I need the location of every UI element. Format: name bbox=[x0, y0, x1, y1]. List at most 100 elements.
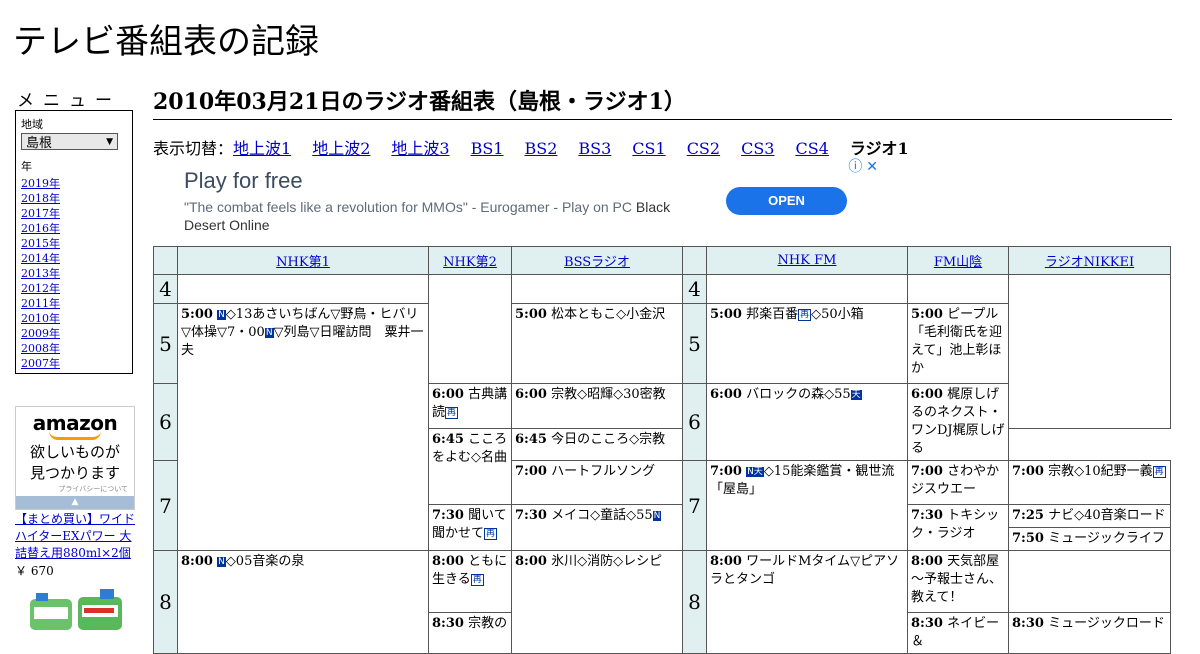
amazon-privacy-link[interactable]: プライバシーについて bbox=[16, 484, 134, 494]
program-cell[interactable]: 7:00 宗教◇10紀野一義再 bbox=[1008, 460, 1171, 505]
news-weather-badge-icon: N天 bbox=[746, 467, 764, 477]
menu-heading: メニュー bbox=[17, 91, 121, 111]
news-badge-icon: N bbox=[652, 511, 662, 521]
display-ad[interactable]: Play for free "The combat feels like a r… bbox=[153, 156, 881, 244]
program-time: 6:45 bbox=[432, 432, 464, 447]
channel-link-nhkfm[interactable]: NHK FM bbox=[778, 253, 837, 268]
program-title: ミュージックライフ bbox=[1048, 531, 1165, 546]
program-cell[interactable]: 8:30 ミュージックロード bbox=[1008, 612, 1171, 654]
amazon-copy-line2: 見つかります bbox=[29, 464, 120, 482]
year-link-2013[interactable]: 2013年 bbox=[21, 266, 127, 281]
header-nikkei: ラジオNIKKEI bbox=[1008, 246, 1171, 275]
program-cell-750[interactable]: 7:50 ミュージックライフ bbox=[1009, 528, 1170, 550]
program-time: 5:00 bbox=[710, 307, 742, 322]
hour-label-right: 6 bbox=[682, 383, 707, 461]
news-badge-icon: N bbox=[264, 328, 274, 338]
rerun-badge-icon: 再 bbox=[470, 574, 484, 586]
program-cell[interactable]: 7:00 N天◇15能楽鑑賞・観世流「屋島」 bbox=[706, 460, 908, 551]
header-nhk1: NHK第1 bbox=[177, 246, 429, 275]
channel-link-nhk2[interactable]: NHK第2 bbox=[443, 255, 497, 270]
program-cell[interactable]: 8:00 N◇05音楽の泉 bbox=[177, 550, 429, 654]
empty-cell bbox=[1008, 274, 1171, 429]
program-cell[interactable]: 6:45 こころをよむ◇名曲 bbox=[428, 428, 512, 505]
detergent-bottles-icon bbox=[30, 589, 122, 630]
program-title: ミュージックロード bbox=[1048, 616, 1165, 631]
amazon-ad-banner[interactable]: amazon 欲しいものが 見つかります プライバシーについて ▲ bbox=[15, 406, 135, 510]
year-link-2010[interactable]: 2010年 bbox=[21, 311, 127, 326]
program-cell[interactable]: 7:30 メイコ◇童話◇55N bbox=[511, 504, 683, 551]
program-cell[interactable]: 8:00 ワールドMタイム▽ピアソラとタンゴ bbox=[706, 550, 908, 654]
region-label: 地域 bbox=[21, 118, 43, 131]
channel-link-nhk1[interactable]: NHK第1 bbox=[276, 255, 330, 270]
channel-link-nikkei[interactable]: ラジオNIKKEI bbox=[1045, 255, 1134, 270]
program-time: 8:30 bbox=[911, 616, 943, 631]
header-hour-right bbox=[682, 246, 707, 275]
year-link-2007[interactable]: 2007年 bbox=[21, 356, 127, 371]
amazon-collapse-bar[interactable]: ▲ bbox=[16, 496, 134, 509]
ad-info-close-icon[interactable]: ⓘ ✕ bbox=[848, 156, 878, 176]
header-nhk2: NHK第2 bbox=[428, 246, 512, 275]
program-cell[interactable]: 7:00 さわやかジスウエー bbox=[907, 460, 1009, 505]
program-cell[interactable]: 6:00 梶原しげるのネクスト・ワンDJ梶原しげる bbox=[907, 383, 1009, 461]
program-cell[interactable]: 7:00 ハートフルソング bbox=[511, 460, 683, 505]
year-link-2015[interactable]: 2015年 bbox=[21, 236, 127, 251]
ad-open-button[interactable]: OPEN bbox=[726, 187, 847, 215]
channel-link-bss[interactable]: BSSラジオ bbox=[564, 255, 630, 270]
news-badge-icon: N bbox=[217, 557, 226, 567]
program-cell[interactable]: 7:30 トキシック・ラジオ bbox=[907, 504, 1009, 551]
hour-label-right: 5 bbox=[682, 303, 707, 384]
product-image[interactable] bbox=[26, 585, 126, 630]
year-label: 年 bbox=[21, 160, 32, 173]
program-cell[interactable]: 5:00 ピープル「毛利衛氏を迎えて」池上彰ほか bbox=[907, 303, 1009, 384]
header-nhkfm: NHK FM bbox=[706, 246, 908, 275]
year-link-2011[interactable]: 2011年 bbox=[21, 296, 127, 311]
program-time: 7:00 bbox=[1012, 464, 1044, 479]
program-time: 8:30 bbox=[1012, 616, 1044, 631]
year-link-2008[interactable]: 2008年 bbox=[21, 341, 127, 356]
program-cell[interactable]: 5:00 松本ともこ◇小金沢 bbox=[511, 303, 683, 384]
region-select[interactable]: 島根 ▼ bbox=[21, 133, 118, 151]
year-link-2012[interactable]: 2012年 bbox=[21, 281, 127, 296]
program-cell-725[interactable]: 7:25 ナビ◇40音楽ロード bbox=[1009, 505, 1170, 528]
year-link-2009[interactable]: 2009年 bbox=[21, 326, 127, 341]
header-bss: BSSラジオ bbox=[511, 246, 683, 275]
year-link-2018[interactable]: 2018年 bbox=[21, 191, 127, 206]
program-time: 5:00 bbox=[515, 307, 547, 322]
chevron-up-icon: ▲ bbox=[71, 497, 79, 507]
program-cell[interactable]: 8:00 天気部屋～予報士さん、教えて！ bbox=[907, 550, 1009, 613]
program-title: 氷川◇消防◇レシピ bbox=[551, 554, 663, 569]
year-link-2014[interactable]: 2014年 bbox=[21, 251, 127, 266]
program-cell[interactable]: 8:00 ともに生きる再 bbox=[428, 550, 512, 613]
year-list: 2019年 2018年 2017年 2016年 2015年 2014年 2013… bbox=[21, 176, 127, 371]
channel-link-fmsanin[interactable]: FM山陰 bbox=[934, 255, 982, 270]
program-cell[interactable]: 8:30 ネイビー＆ bbox=[907, 612, 1009, 654]
year-link-2017[interactable]: 2017年 bbox=[21, 206, 127, 221]
amazon-copy-line1: 欲しいものが bbox=[29, 443, 120, 461]
program-cell[interactable]: 8:00 氷川◇消防◇レシピ bbox=[511, 550, 683, 654]
product-link[interactable]: 【まとめ買い】ワイドハイターEXパワー 大詰替え用880ml×2個 bbox=[15, 511, 137, 562]
stereo-badge-icon: 天 bbox=[850, 390, 862, 400]
year-link-2016[interactable]: 2016年 bbox=[21, 221, 127, 236]
program-time: 8:00 bbox=[710, 554, 742, 569]
program-cell[interactable]: 8:30 宗教の bbox=[428, 612, 512, 654]
empty-cell bbox=[511, 274, 683, 304]
program-title: 今日のこころ◇宗教 bbox=[551, 432, 666, 447]
empty-cell bbox=[907, 274, 1009, 304]
program-title: メイコ◇童話◇55 bbox=[551, 508, 653, 523]
program-cell[interactable]: 6:45 今日のこころ◇宗教 bbox=[511, 428, 683, 461]
program-time: 7:00 bbox=[515, 464, 547, 479]
program-cell[interactable]: 6:00 宗教◇昭輝◇30密教 bbox=[511, 383, 683, 429]
program-cell[interactable]: 7:25 ナビ◇40音楽ロード 7:50 ミュージックライフ bbox=[1008, 504, 1171, 551]
product-price: ￥ 670 bbox=[15, 564, 54, 578]
program-cell[interactable]: 5:00 邦楽百番再 ◇50小箱 bbox=[706, 303, 908, 384]
program-time: 7:30 bbox=[911, 508, 943, 523]
program-cell[interactable]: 7:30 聞いて聞かせて再 bbox=[428, 504, 512, 551]
hour-label-right: 8 bbox=[682, 550, 707, 654]
program-cell[interactable]: 6:00 バロックの森◇55天 bbox=[706, 383, 908, 461]
program-time: 8:00 bbox=[432, 554, 464, 569]
hour-label-left: 5 bbox=[153, 303, 178, 384]
program-time: 7:50 bbox=[1012, 531, 1044, 546]
program-cell[interactable]: 5:00 N◇13あさいちばん▽野鳥・ヒバリ▽体操▽7・00N▽列島▽日曜訪問 … bbox=[177, 303, 429, 551]
program-cell[interactable]: 6:00 古典講読再 bbox=[428, 383, 512, 429]
year-link-2019[interactable]: 2019年 bbox=[21, 176, 127, 191]
